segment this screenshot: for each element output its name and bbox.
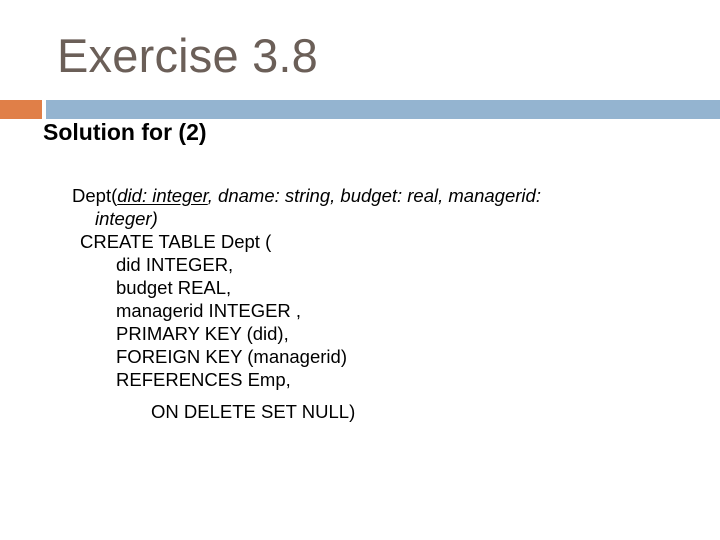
schema-line-1: Dept(did: integer, dname: string, budget…: [72, 185, 541, 207]
schema-line-2: integer): [95, 208, 158, 229]
sql-on-delete: ON DELETE SET NULL): [151, 401, 356, 422]
slide-title: Exercise 3.8: [57, 29, 319, 82]
sql-column-managerid: managerid INTEGER ,: [116, 300, 302, 321]
sql-primary-key: PRIMARY KEY (did),: [116, 323, 289, 344]
sql-references: REFERENCES Emp,: [116, 369, 291, 390]
accent-bar-orange: [0, 100, 42, 119]
slide-subtitle: Solution for (2): [43, 119, 207, 145]
sql-foreign-key: FOREIGN KEY (managerid): [116, 346, 347, 367]
schema-primary-key: did: integer: [117, 185, 208, 206]
sql-column-budget: budget REAL,: [116, 277, 232, 298]
schema-rest: , dname: string, budget: real, managerid…: [207, 185, 541, 206]
sql-create-table: CREATE TABLE Dept (: [80, 231, 272, 252]
sql-column-did: did INTEGER,: [116, 254, 234, 275]
schema-prefix: Dept(: [72, 185, 118, 206]
